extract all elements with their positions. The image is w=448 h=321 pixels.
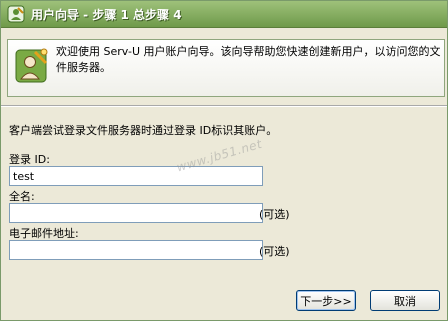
- email-input[interactable]: [9, 240, 263, 260]
- user-wizard-icon: [15, 48, 48, 83]
- welcome-banner: 欢迎使用 Serv-U 用户账户向导。该向导帮助您快速创建新用户，以访问您的文件…: [7, 39, 445, 97]
- login-id-label: 登录 ID:: [9, 153, 50, 166]
- email-optional-label: (可选): [259, 245, 290, 258]
- fullname-input[interactable]: [9, 203, 263, 223]
- fullname-label: 全名:: [9, 190, 35, 203]
- next-button[interactable]: 下一步>>: [296, 290, 356, 311]
- window-title: 用户向导 - 步骤 1 总步骤 4: [31, 8, 182, 22]
- header-separator: [1, 105, 447, 107]
- intro-text: 客户端尝试登录文件服务器时通过登录 ID标识其账户。: [9, 124, 278, 137]
- banner-text: 欢迎使用 Serv-U 用户账户向导。该向导帮助您快速创建新用户，以访问您的文件…: [56, 45, 441, 74]
- fullname-optional-label: (可选): [259, 208, 290, 221]
- wizard-window: 用户向导 - 步骤 1 总步骤 4 欢迎使用 Serv-U 用户账户向导。该向导…: [0, 0, 448, 321]
- login-id-input[interactable]: [9, 166, 263, 186]
- cancel-button[interactable]: 取消: [370, 290, 440, 311]
- wizard-icon: [7, 5, 25, 23]
- title-bar[interactable]: 用户向导 - 步骤 1 总步骤 4: [1, 1, 447, 28]
- email-label: 电子邮件地址:: [9, 227, 79, 240]
